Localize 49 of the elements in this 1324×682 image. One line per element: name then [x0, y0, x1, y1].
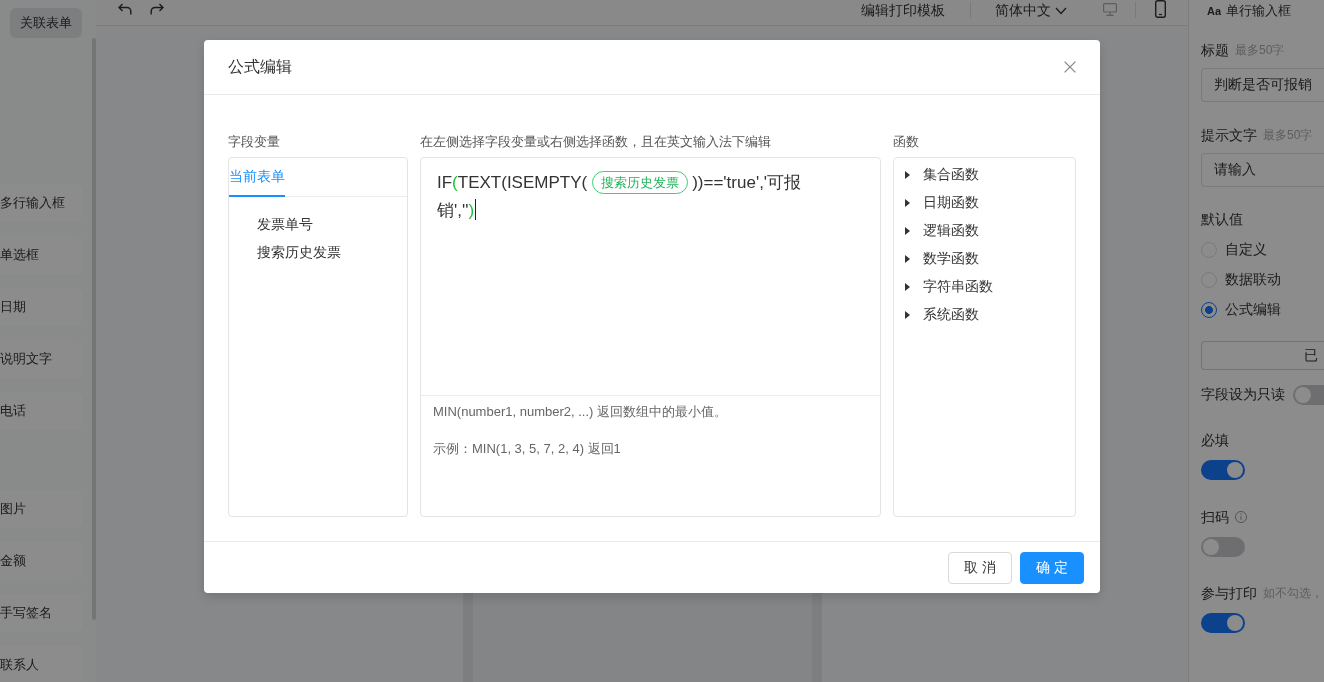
- tab[interactable]: 当前表单: [229, 158, 285, 197]
- function-group[interactable]: 字符串函数: [894, 273, 1075, 301]
- radio-label[interactable]: 数据联动: [1225, 271, 1281, 289]
- cancel-button[interactable]: 取消: [948, 551, 1012, 584]
- variable-item[interactable]: 发票单号: [257, 210, 313, 238]
- field-label: 参与打印: [1201, 584, 1257, 603]
- undo-icon[interactable]: [118, 3, 132, 15]
- toggle-switch[interactable]: [1293, 385, 1324, 405]
- field-label: 标题: [1201, 41, 1229, 60]
- field-label: 默认值: [1201, 210, 1243, 229]
- toggle-switch[interactable]: [1201, 460, 1245, 480]
- chevron-down-icon: [1055, 6, 1067, 15]
- variable-item[interactable]: 搜索历史发票: [257, 238, 341, 266]
- function-group[interactable]: 逻辑函数: [894, 217, 1075, 245]
- phone-icon[interactable]: [1155, 0, 1166, 18]
- redo-icon[interactable]: [150, 3, 164, 15]
- field-label: 扫码: [1201, 508, 1229, 527]
- toggle-switch[interactable]: [1201, 613, 1245, 633]
- radio-label[interactable]: 自定义: [1225, 241, 1267, 259]
- radio-button[interactable]: [1201, 302, 1217, 318]
- field-label: 字段设为只读: [1201, 386, 1285, 404]
- text-cursor: [475, 199, 477, 220]
- toggle-switch[interactable]: [1201, 537, 1245, 557]
- field-label: 必填: [1201, 431, 1229, 450]
- panel-title: 单行输入框: [1226, 2, 1292, 20]
- section-label: 在左侧选择字段变量或右侧选择函数，且在英文输入法下编辑: [420, 133, 772, 151]
- section-label: 函数: [893, 133, 920, 151]
- info-icon[interactable]: [1235, 511, 1247, 523]
- function-group[interactable]: 数学函数: [894, 245, 1075, 273]
- field-type-icon: Aa: [1207, 5, 1222, 17]
- radio-label[interactable]: 公式编辑: [1225, 301, 1281, 319]
- formula-editor[interactable]: IF(TEXT(ISEMPTY( 搜索历史发票 ))=='true','可报销',''): [421, 158, 880, 396]
- formula-button[interactable]: 已: [1201, 341, 1324, 370]
- function-group[interactable]: 集合函数: [894, 161, 1075, 189]
- function-description: MIN(number1, number2, ...) 返回数组中的最小值。: [433, 403, 728, 421]
- dialog-title: 公式编辑: [228, 56, 292, 77]
- function-group[interactable]: 系统函数: [894, 301, 1075, 329]
- field-label: 提示文字: [1201, 126, 1257, 145]
- section-label: 字段变量: [228, 133, 281, 151]
- input-field[interactable]: 请输入: [1201, 153, 1324, 187]
- print-template-button[interactable]: 编辑打印模板: [861, 2, 945, 19]
- confirm-button[interactable]: 确定: [1020, 551, 1084, 584]
- language-dropdown[interactable]: 简体中文: [995, 2, 1067, 19]
- function-group[interactable]: 日期函数: [894, 189, 1075, 217]
- close-icon[interactable]: [1064, 61, 1076, 73]
- input-field[interactable]: 判断是否可报销: [1201, 68, 1324, 102]
- monitor-icon[interactable]: [1103, 3, 1117, 16]
- sidebar-item[interactable]: 关联表单: [10, 8, 82, 38]
- function-example: 示例：MIN(1, 3, 5, 7, 2, 4) 返回1: [433, 440, 622, 458]
